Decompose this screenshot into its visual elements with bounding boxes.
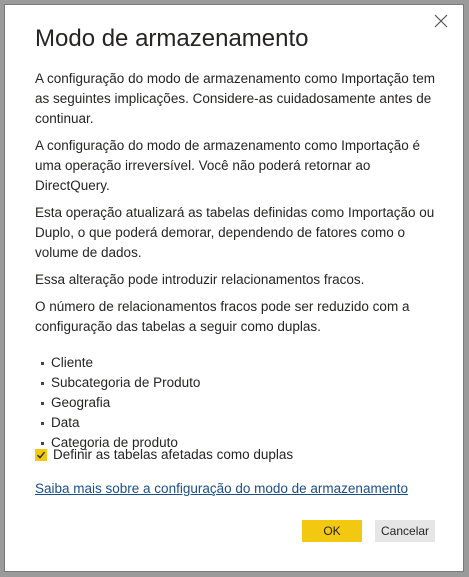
close-icon[interactable]	[433, 13, 449, 29]
list-item: Geografia	[35, 393, 440, 413]
list-item: Subcategoria de Produto	[35, 373, 440, 393]
paragraph: Essa alteração pode introduzir relaciona…	[35, 272, 365, 287]
dialog-title: Modo de armazenamento	[35, 25, 309, 52]
list-item: Cliente	[35, 353, 440, 373]
paragraph: Esta operação atualizará as tabelas defi…	[35, 205, 435, 260]
checkmark-icon	[36, 451, 46, 459]
list-item: Data	[35, 413, 440, 433]
paragraph: A configuração do modo de armazenamento …	[35, 138, 420, 193]
set-dual-checkbox-row[interactable]: Definir as tabelas afetadas como duplas	[35, 447, 293, 462]
set-dual-checkbox[interactable]	[35, 448, 47, 461]
paragraph: A configuração do modo de armazenamento …	[35, 71, 435, 126]
dialog-content: A configuração do modo de armazenamento …	[35, 69, 440, 453]
cancel-button[interactable]: Cancelar	[375, 520, 435, 542]
learn-more-link[interactable]: Saiba mais sobre a configuração do modo …	[35, 481, 408, 496]
storage-mode-dialog: Modo de armazenamento A configuração do …	[4, 4, 464, 572]
table-list: Cliente Subcategoria de Produto Geografi…	[35, 353, 440, 453]
ok-button[interactable]: OK	[302, 520, 362, 542]
paragraph: O número de relacionamentos fracos pode …	[35, 299, 410, 334]
checkbox-label: Definir as tabelas afetadas como duplas	[53, 447, 294, 462]
